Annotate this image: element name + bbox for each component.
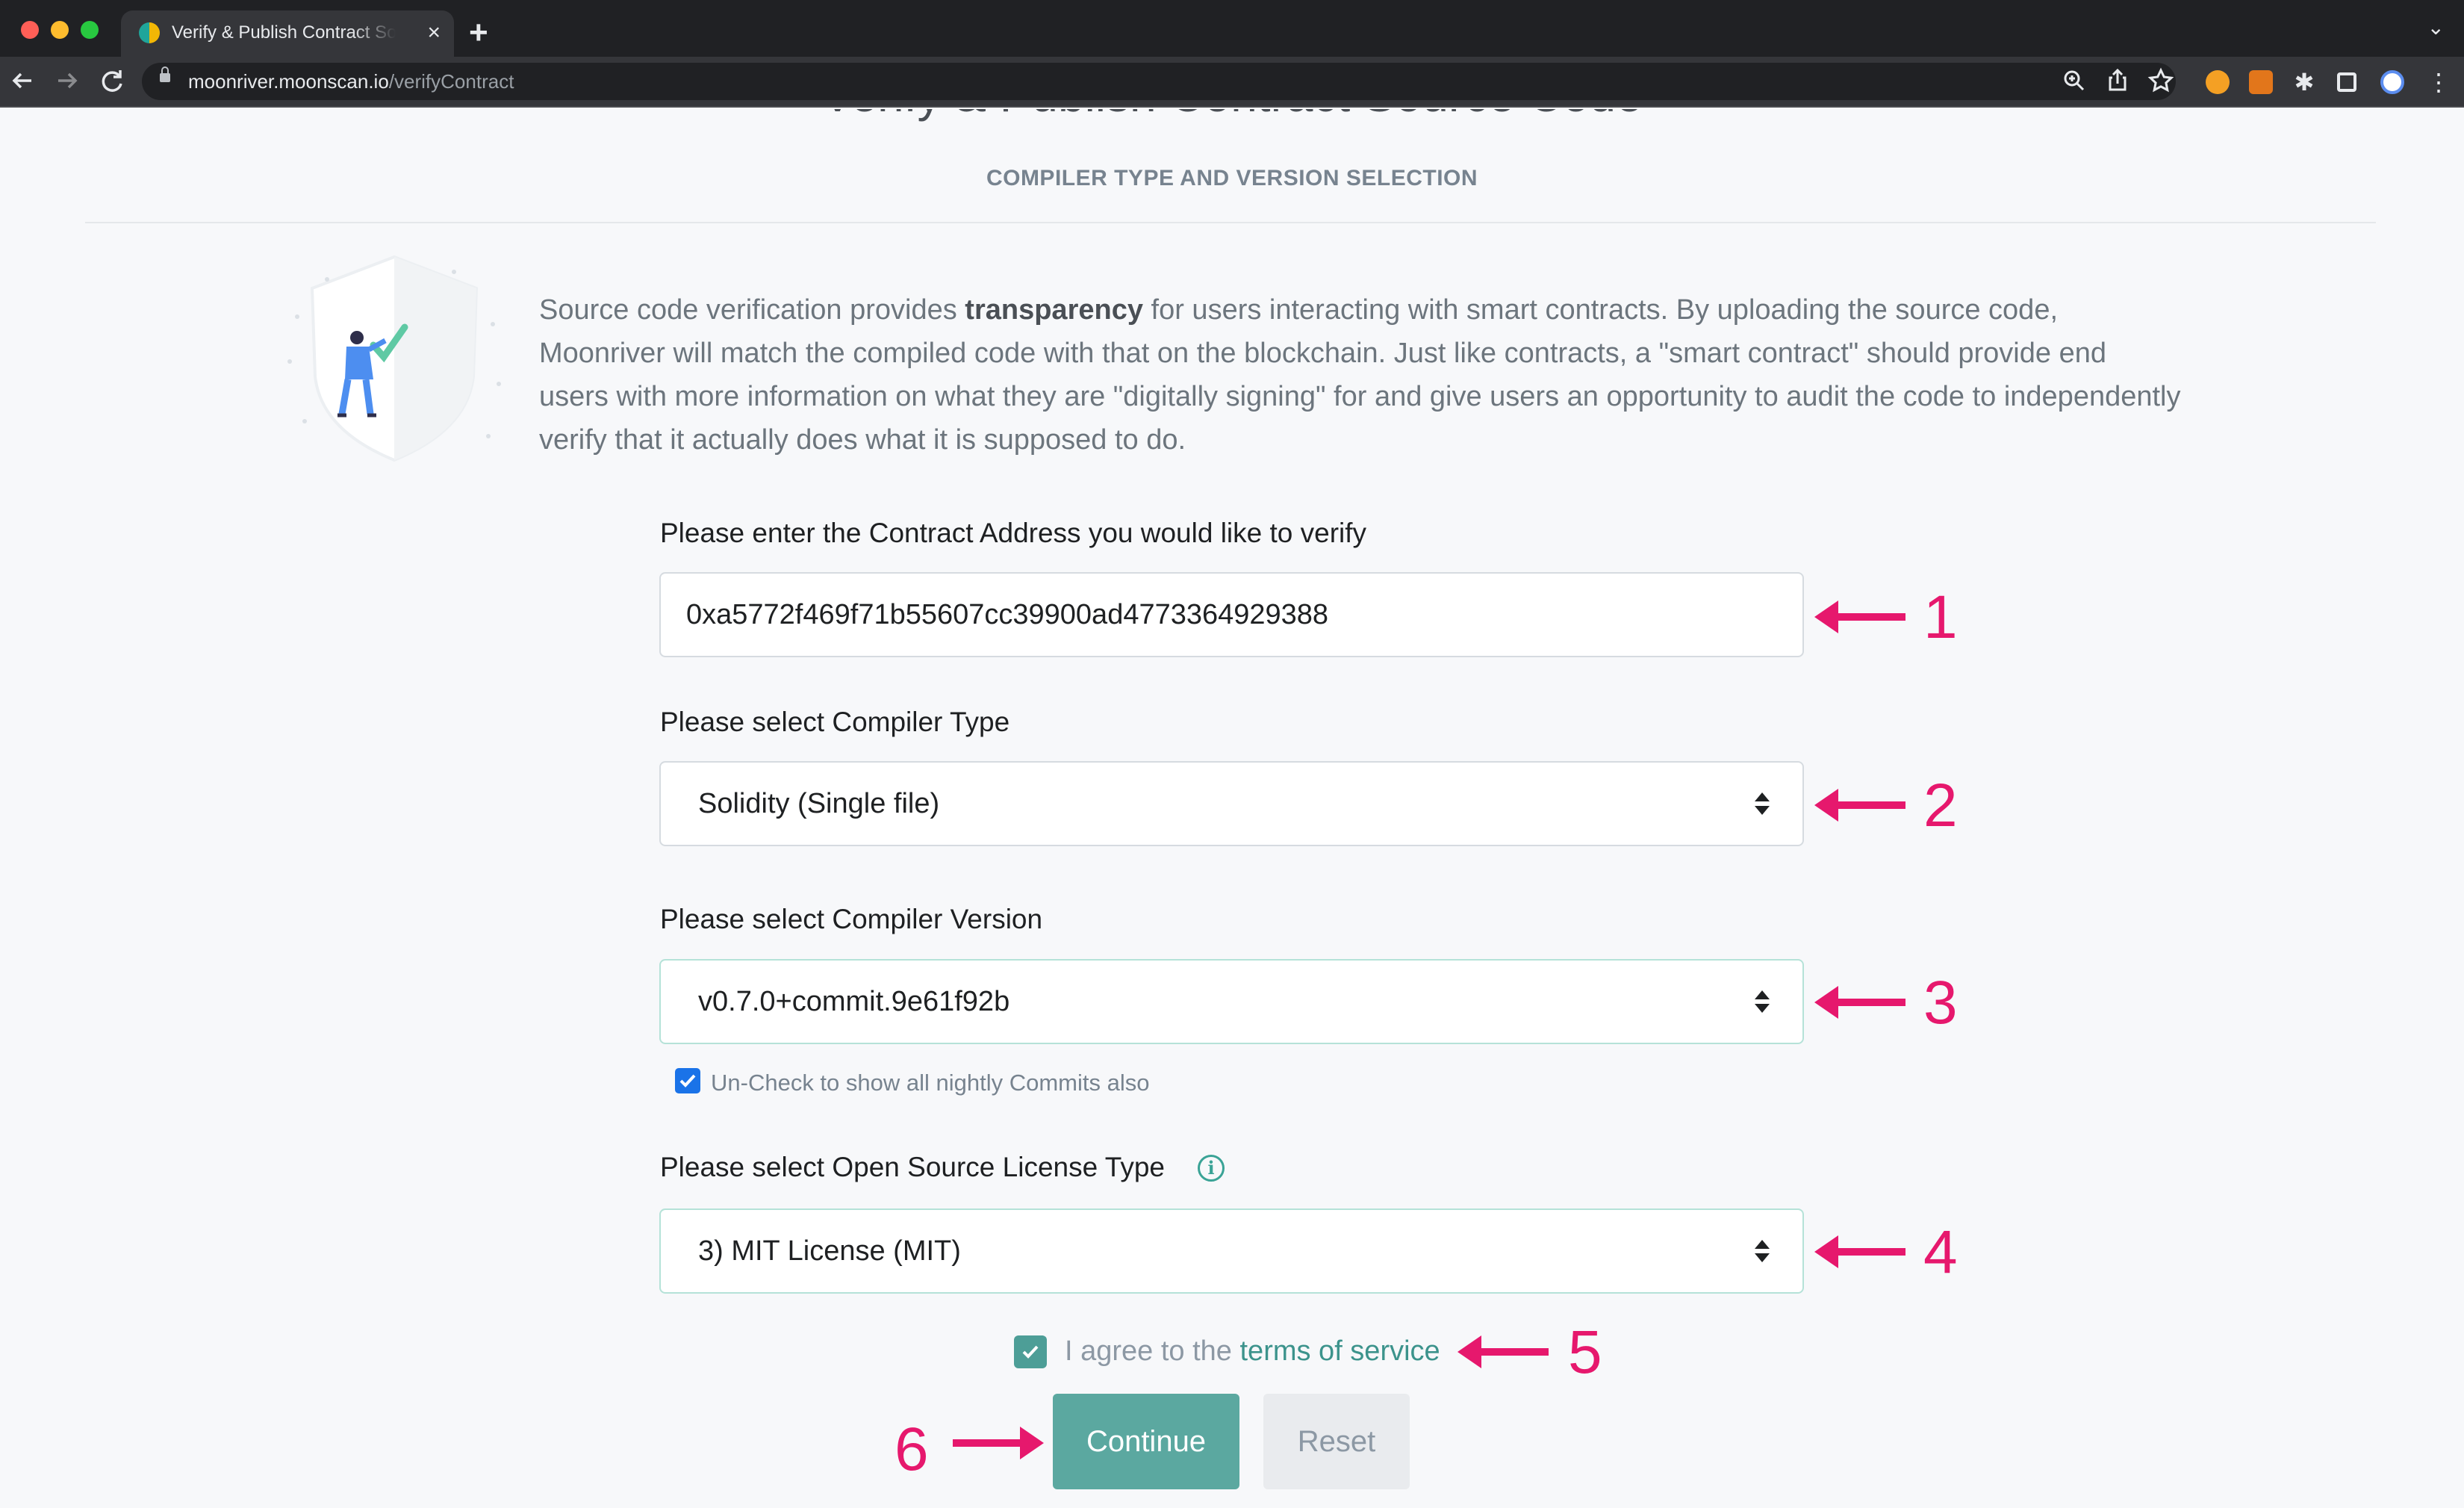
moonscan-favicon-icon <box>139 22 160 43</box>
window-minimize-button[interactable] <box>51 21 69 39</box>
reload-icon <box>102 70 122 92</box>
annotation-arrow-left-icon <box>1814 789 1905 822</box>
annotation-arrow-left-icon <box>1814 1235 1905 1268</box>
annotation-number-1: 1 <box>1923 583 1958 651</box>
url-text[interactable]: moonriver.moonscan.io/verifyContract <box>188 70 514 93</box>
intro-text-bold: transparency <box>965 294 1143 326</box>
license-label: Please select Open Source License Type <box>660 1152 1166 1182</box>
annotation-number-5: 5 <box>1568 1318 1602 1386</box>
annotation-number-6: 6 <box>895 1415 929 1483</box>
url-host: moonriver.moonscan.io <box>188 70 389 93</box>
lock-icon[interactable] <box>160 66 170 82</box>
arrow-right-icon <box>58 72 78 89</box>
address-bar[interactable]: moonriver.moonscan.io/verifyContract <box>142 63 2176 100</box>
extension-orange-icon[interactable] <box>2206 70 2230 94</box>
terms-agree-checkbox[interactable] <box>1014 1335 1047 1368</box>
section-subtitle: COMPILER TYPE AND VERSION SELECTION <box>986 166 1478 190</box>
tab-close-button[interactable]: × <box>427 18 441 48</box>
license-type-select[interactable]: 3) MIT License (MIT) <box>659 1208 1804 1294</box>
window-close-button[interactable] <box>21 21 39 39</box>
compiler-type-value: Solidity (Single file) <box>698 788 940 819</box>
annotation-number-3: 3 <box>1923 969 1958 1037</box>
side-panel-icon[interactable] <box>2337 72 2356 92</box>
annotation-arrow-left-icon <box>1457 1335 1549 1368</box>
browser-tab-active[interactable]: Verify & Publish Contract Source Code × <box>121 10 454 57</box>
compiler-type-label: Please select Compiler Type <box>660 707 1010 737</box>
new-tab-button[interactable]: + <box>469 10 488 55</box>
share-icon[interactable] <box>2103 67 2132 100</box>
browser-toolbar: moonriver.moonscan.io/verifyContract ✱ ⋮ <box>0 57 2464 108</box>
shield-verification-illustration-icon <box>287 255 501 462</box>
page-title: Verify & Publish Contract Source Code <box>0 109 2464 122</box>
zoom-icon[interactable] <box>2059 67 2089 100</box>
back-button[interactable] <box>6 64 39 97</box>
terms-of-service-link[interactable]: terms of service <box>1240 1335 1440 1367</box>
extensions-puzzle-icon[interactable]: ✱ <box>2292 70 2316 94</box>
annotation-arrow-left-icon <box>1814 601 1905 633</box>
intro-text-start: Source code verification provides <box>539 294 965 326</box>
browser-menu-icon[interactable]: ⋮ <box>2427 70 2451 94</box>
tab-search-chevron-icon[interactable]: ⌄ <box>2427 15 2445 40</box>
contract-address-value: 0xa5772f469f71b55607cc39900ad47733649293… <box>686 599 1329 630</box>
annotation-number-2: 2 <box>1923 772 1958 840</box>
license-type-value: 3) MIT License (MIT) <box>698 1235 961 1267</box>
tab-title: Verify & Publish Contract Source Code <box>172 22 396 43</box>
metamask-fox-icon[interactable] <box>2249 70 2273 94</box>
reset-button[interactable]: Reset <box>1263 1394 1410 1489</box>
checkmark-icon <box>1022 1345 1039 1359</box>
intro-paragraph: Source code verification provides transp… <box>539 288 2182 462</box>
profile-avatar[interactable] <box>2380 70 2404 94</box>
compiler-type-select[interactable]: Solidity (Single file) <box>659 761 1804 846</box>
continue-button[interactable]: Continue <box>1053 1394 1239 1489</box>
window-maximize-button[interactable] <box>81 21 99 39</box>
nightly-commits-checkbox[interactable] <box>675 1068 700 1093</box>
annotation-arrow-right-icon <box>953 1427 1044 1459</box>
arrow-left-icon <box>12 72 31 89</box>
select-arrows-icon <box>1755 1238 1770 1265</box>
select-arrows-icon <box>1755 989 1770 1016</box>
select-arrows-icon <box>1755 791 1770 818</box>
annotation-arrow-left-icon <box>1814 986 1905 1019</box>
compiler-version-value: v0.7.0+commit.9e61f92b <box>698 986 1010 1017</box>
checkmark-icon <box>679 1074 696 1087</box>
terms-agree-label: I agree to the terms of service <box>1065 1335 1440 1368</box>
browser-tab-bar: Verify & Publish Contract Source Code × … <box>0 0 2464 57</box>
forward-button[interactable] <box>51 64 84 97</box>
terms-agree-prefix: I agree to the <box>1065 1335 1240 1367</box>
url-path: /verifyContract <box>388 70 514 93</box>
nightly-commits-label[interactable]: Un-Check to show all nightly Commits als… <box>711 1070 1150 1096</box>
star-icon[interactable] <box>2146 67 2176 100</box>
address-label: Please enter the Contract Address you wo… <box>660 518 1367 548</box>
contract-address-input[interactable]: 0xa5772f469f71b55607cc39900ad47733649293… <box>659 572 1804 657</box>
info-icon[interactable]: i <box>1198 1155 1225 1182</box>
compiler-version-select[interactable]: v0.7.0+commit.9e61f92b <box>659 959 1804 1044</box>
annotation-number-4: 4 <box>1923 1218 1958 1286</box>
compiler-version-label: Please select Compiler Version <box>660 904 1043 934</box>
page-content: Verify & Publish Contract Source Code CO… <box>0 109 2464 1508</box>
reload-button[interactable] <box>96 64 128 97</box>
divider <box>85 222 2376 223</box>
